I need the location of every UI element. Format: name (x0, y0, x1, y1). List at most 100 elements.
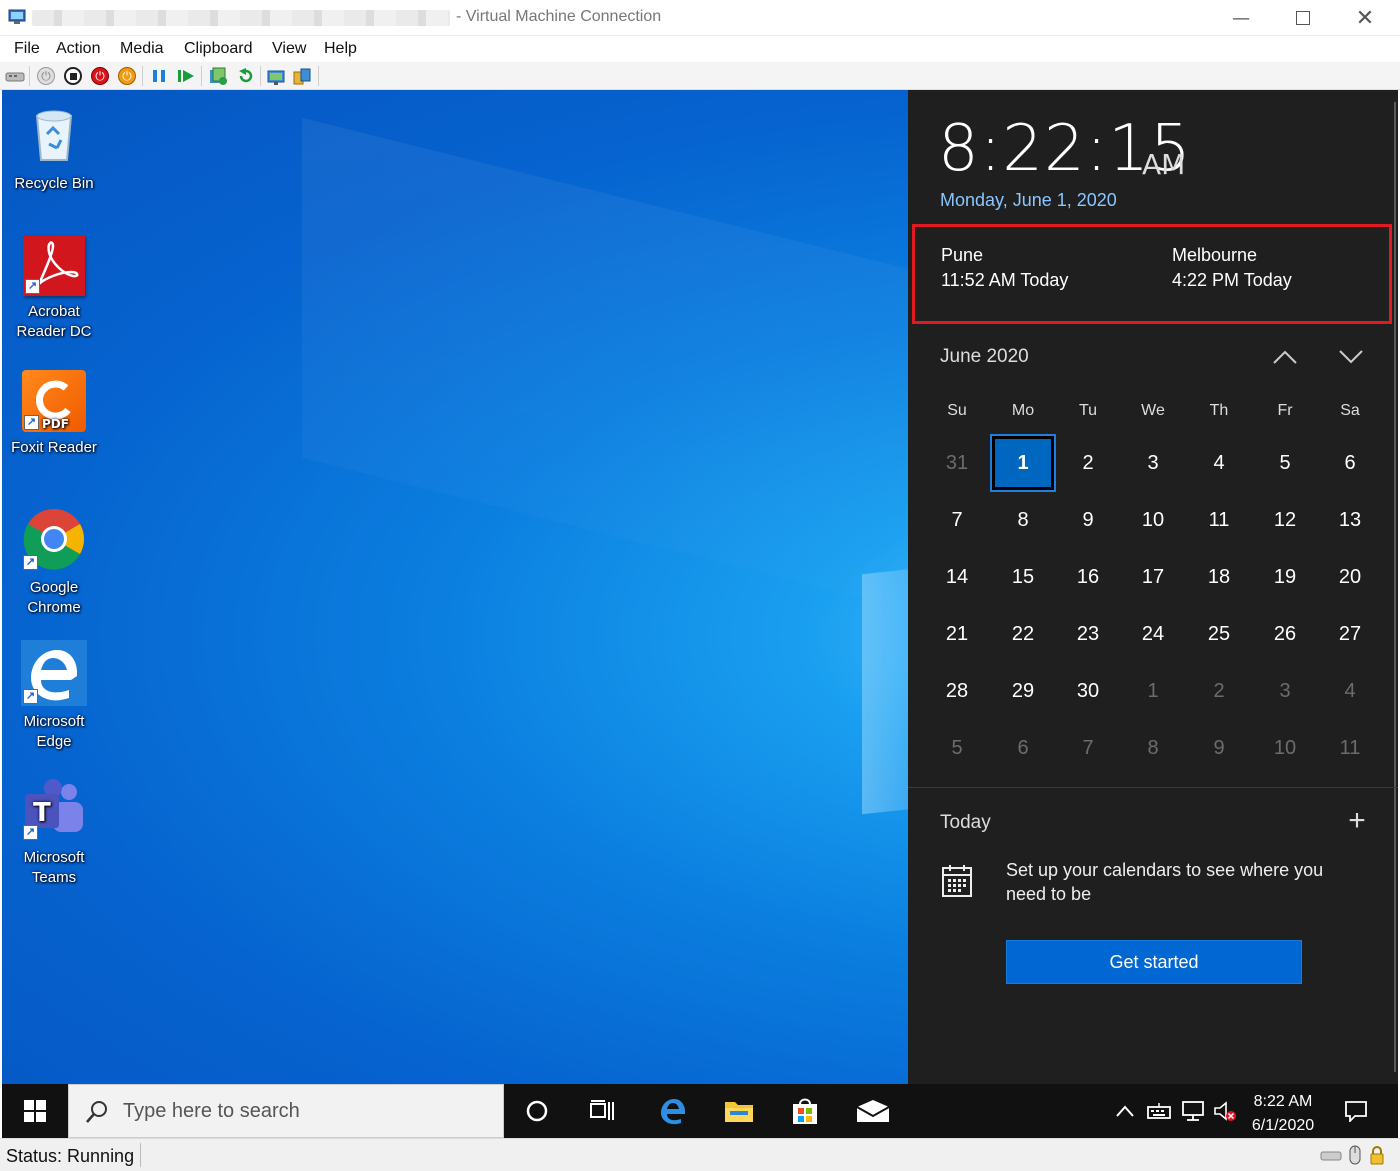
desktop-icon-edge[interactable]: ↗ Microsoft Edge (2, 640, 106, 752)
minimize-button[interactable]: — (1210, 0, 1272, 36)
calendar-day[interactable]: 25 (1188, 607, 1250, 661)
maximize-button[interactable] (1272, 0, 1334, 36)
calendar-day[interactable]: 16 (1057, 550, 1119, 604)
additional-clocks-highlight: Pune 11:52 AM Today Melbourne 4:22 PM To… (912, 224, 1392, 324)
clock-time: 11:52 AM Today (941, 270, 1069, 290)
flyout-scrollbar[interactable] (1394, 102, 1396, 1072)
tray-network-button[interactable] (1178, 1084, 1208, 1138)
calendar-day[interactable]: 2 (1057, 436, 1119, 490)
calendar-month-header[interactable]: June 2020 (940, 346, 1029, 368)
resume-icon (178, 70, 194, 82)
calendar-day[interactable]: 3 (1254, 664, 1316, 718)
ctrl-alt-del-button[interactable] (5, 66, 25, 86)
start-button[interactable] (2, 1084, 68, 1138)
calendar-day[interactable]: 27 (1319, 607, 1381, 661)
task-view-button[interactable] (570, 1084, 636, 1138)
calendar-day[interactable]: 5 (926, 721, 988, 775)
calendar-day[interactable]: 6 (992, 721, 1054, 775)
calendar-day[interactable]: 1 (1122, 664, 1184, 718)
action-center-button[interactable] (1336, 1084, 1376, 1138)
calendar-day[interactable]: 6 (1319, 436, 1381, 490)
menu-clipboard[interactable]: Clipboard (184, 40, 252, 58)
calendar-day[interactable]: 8 (992, 493, 1054, 547)
calendar-day[interactable]: 24 (1122, 607, 1184, 661)
redacted-vm-name (32, 10, 450, 26)
save-button[interactable]: ⏻ (117, 66, 137, 86)
taskbar-search-box[interactable]: Type here to search (68, 1084, 504, 1138)
revert-button[interactable] (236, 66, 256, 86)
calendar-day[interactable]: 15 (992, 550, 1054, 604)
calendar-day[interactable]: 7 (926, 493, 988, 547)
calendar-day[interactable]: 13 (1319, 493, 1381, 547)
mail-icon (856, 1100, 890, 1122)
calendar-day[interactable]: 11 (1319, 721, 1381, 775)
taskbar-file-explorer-button[interactable] (706, 1084, 772, 1138)
shut-down-icon: ⏻ (91, 67, 109, 85)
calendar-day[interactable]: 4 (1188, 436, 1250, 490)
desktop-icon-acrobat[interactable]: ↗ Acrobat Reader DC (2, 236, 106, 342)
calendar-day[interactable]: 12 (1254, 493, 1316, 547)
calendar-day[interactable]: 9 (1188, 721, 1250, 775)
calendar-day[interactable]: 17 (1122, 550, 1184, 604)
calendar-day[interactable]: 30 (1057, 664, 1119, 718)
enhanced-session-button[interactable] (266, 66, 286, 86)
turn-off-icon (64, 67, 82, 85)
menu-action[interactable]: Action (56, 40, 100, 58)
previous-month-button[interactable] (1270, 342, 1300, 372)
pause-button[interactable] (149, 66, 169, 86)
calendar-day[interactable]: 2 (1188, 664, 1250, 718)
cortana-button[interactable] (504, 1084, 570, 1138)
calendar-day[interactable]: 4 (1319, 664, 1381, 718)
weekday-header: Tu (1078, 402, 1098, 419)
add-event-button[interactable]: + (1342, 806, 1372, 836)
vm-screen[interactable]: Recycle Bin ↗ Acrobat Reader DC PDF ↗ Fo… (2, 90, 1398, 1138)
share-button[interactable] (292, 66, 312, 86)
calendar-day[interactable]: 11 (1188, 493, 1250, 547)
taskbar-edge-button[interactable] (640, 1084, 706, 1138)
menu-media[interactable]: Media (120, 40, 164, 58)
calendar-day-today[interactable]: 1 (990, 434, 1056, 492)
current-date-link[interactable]: Monday, June 1, 2020 (940, 190, 1117, 211)
taskbar-store-button[interactable] (772, 1084, 838, 1138)
desktop-icon-recycle-bin[interactable]: Recycle Bin (2, 102, 106, 194)
menu-view[interactable]: View (272, 40, 306, 58)
close-button[interactable]: ✕ (1334, 0, 1396, 36)
desktop-icon-chrome[interactable]: ↗ Google Chrome (2, 506, 106, 618)
chevron-up-icon (1116, 1105, 1134, 1117)
calendar-day[interactable]: 28 (926, 664, 988, 718)
calendar-day[interactable]: 23 (1057, 607, 1119, 661)
start-button[interactable]: ⏻ (36, 66, 56, 86)
desktop-icon-teams[interactable]: T ↗ Microsoft Teams (2, 776, 106, 888)
shut-down-button[interactable]: ⏻ (90, 66, 110, 86)
calendar-day[interactable]: 9 (1057, 493, 1119, 547)
show-hidden-icons-button[interactable] (1112, 1084, 1138, 1138)
calendar-day[interactable]: 10 (1122, 493, 1184, 547)
calendar-day[interactable]: 10 (1254, 721, 1316, 775)
calendar-day[interactable]: 14 (926, 550, 988, 604)
calendar-day[interactable]: 8 (1122, 721, 1184, 775)
menu-help[interactable]: Help (324, 40, 357, 58)
taskbar-clock-time: 8:22 AM (1253, 1093, 1313, 1110)
calendar-day[interactable]: 19 (1254, 550, 1316, 604)
turn-off-button[interactable] (63, 66, 83, 86)
calendar-day[interactable]: 22 (992, 607, 1054, 661)
get-started-button[interactable]: Get started (1006, 940, 1302, 984)
next-month-button[interactable] (1336, 342, 1366, 372)
menu-file[interactable]: File (14, 40, 40, 58)
calendar-day[interactable]: 26 (1254, 607, 1316, 661)
calendar-day[interactable]: 5 (1254, 436, 1316, 490)
calendar-day[interactable]: 20 (1319, 550, 1381, 604)
calendar-day[interactable]: 31 (926, 436, 988, 490)
calendar-day[interactable]: 7 (1057, 721, 1119, 775)
calendar-day[interactable]: 18 (1188, 550, 1250, 604)
checkpoint-button[interactable] (208, 66, 228, 86)
taskbar-mail-button[interactable] (840, 1084, 906, 1138)
resume-button[interactable] (176, 66, 196, 86)
tray-keyboard-button[interactable] (1144, 1084, 1174, 1138)
tray-volume-button[interactable] (1210, 1084, 1240, 1138)
taskbar-clock[interactable]: 8:22 AM 6/1/2020 (1238, 1090, 1328, 1138)
calendar-day[interactable]: 21 (926, 607, 988, 661)
calendar-day[interactable]: 29 (992, 664, 1054, 718)
calendar-day[interactable]: 3 (1122, 436, 1184, 490)
desktop-icon-foxit[interactable]: PDF ↗ Foxit Reader (2, 370, 106, 458)
